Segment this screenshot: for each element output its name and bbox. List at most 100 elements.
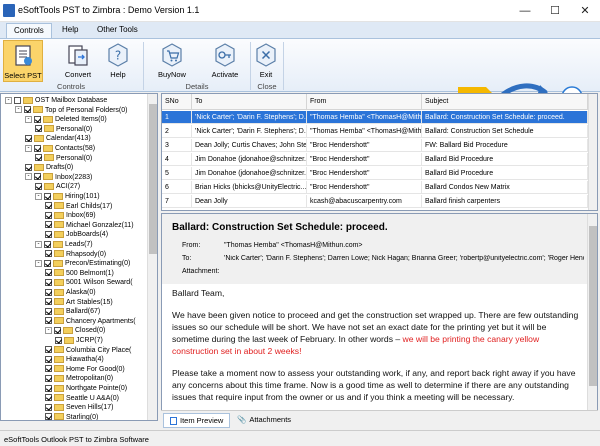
tree-checkbox[interactable] — [25, 135, 32, 143]
tree-checkbox[interactable] — [44, 240, 51, 248]
tree-checkbox[interactable] — [45, 211, 52, 219]
minimize-button[interactable]: — — [510, 0, 540, 22]
tree-node[interactable]: Personal(0) — [35, 125, 92, 134]
convert-button[interactable]: Convert — [58, 40, 98, 82]
tree-node[interactable]: - Deleted Items(0) — [25, 115, 107, 124]
grid-scrollbar[interactable] — [588, 94, 597, 210]
close-button[interactable]: ✕ — [570, 0, 600, 22]
tree-checkbox[interactable] — [25, 163, 32, 171]
tree-node[interactable]: Michael Gonzalez(11) — [45, 221, 134, 230]
select-pst-button[interactable]: Select PST — [3, 40, 43, 82]
column-header-sno[interactable]: SNo — [162, 94, 192, 110]
tree-checkbox[interactable] — [35, 154, 42, 162]
table-row[interactable]: 7 Dean Jolly kcash@abacuscarpentry.com Ball… — [162, 195, 589, 208]
tree-node[interactable]: Chancery Apartments( — [45, 317, 136, 326]
tree-node[interactable]: ACI(27) — [35, 182, 80, 191]
tab-help[interactable]: Help — [55, 23, 85, 38]
tree-node[interactable]: Inbox(69) — [45, 211, 96, 220]
expand-icon[interactable]: - — [25, 173, 32, 181]
buynow-button[interactable]: BuyNow — [150, 40, 194, 82]
expand-icon[interactable]: - — [35, 259, 42, 267]
tree-checkbox[interactable] — [34, 115, 41, 123]
preview-scrollbar[interactable] — [587, 214, 597, 420]
tree-checkbox[interactable] — [45, 231, 52, 239]
tree-node[interactable]: - Inbox(2283) — [25, 173, 92, 182]
column-header-subject[interactable]: Subject — [422, 94, 588, 110]
column-header-from[interactable]: From — [307, 94, 422, 110]
tree-node[interactable]: JobBoards(4) — [45, 230, 108, 239]
tree-checkbox[interactable] — [45, 250, 52, 258]
expand-icon[interactable]: - — [35, 240, 42, 248]
tree-checkbox[interactable] — [45, 288, 52, 296]
column-header-to[interactable]: To — [192, 94, 307, 110]
tree-node[interactable]: - Contacts(58) — [25, 144, 95, 153]
tree-node[interactable]: Seattle U A&A(0) — [45, 394, 119, 403]
tree-node[interactable]: Drafts(0) — [25, 163, 73, 172]
tree-checkbox[interactable] — [14, 96, 21, 104]
tree-checkbox[interactable] — [45, 298, 52, 306]
tree-node[interactable]: - OST Mailbox Database — [5, 96, 107, 105]
activate-button[interactable]: Activate — [203, 40, 247, 82]
tree-checkbox[interactable] — [45, 221, 52, 229]
tree-node[interactable]: Rhapsody(0) — [45, 250, 106, 259]
tree-checkbox[interactable] — [45, 355, 52, 363]
table-row[interactable]: 5 Jim Donahoe (jdonahoe@schnitzer... "Broc… — [162, 167, 589, 180]
tree-scrollbar[interactable] — [147, 94, 157, 420]
tree-checkbox[interactable] — [45, 307, 52, 315]
tree-checkbox[interactable] — [45, 365, 52, 373]
tab-item-preview[interactable]: Item Preview — [163, 413, 231, 428]
tree-node[interactable]: 500 Belmont(1) — [45, 269, 114, 278]
expand-icon[interactable]: - — [25, 144, 32, 152]
tree-checkbox[interactable] — [34, 144, 41, 152]
expand-icon[interactable]: - — [5, 96, 12, 104]
table-row[interactable]: 1 'Nick Carter'; 'Darin F. Stephens'; D..… — [162, 111, 589, 124]
tab-other-tools[interactable]: Other Tools — [90, 23, 145, 38]
tab-attachments[interactable]: 📎 Attachments — [231, 413, 297, 428]
tree-node[interactable]: Ballard(67) — [45, 307, 100, 316]
table-row[interactable]: 6 Brian Hicks (bhicks@UnityElectric.... "B… — [162, 181, 589, 194]
tree-node[interactable]: - Top of Personal Folders(0) — [15, 106, 127, 115]
tree-node[interactable]: Starling(0) — [45, 413, 98, 420]
tree-node[interactable]: Columbia City Place( — [45, 346, 131, 355]
tree-node[interactable]: - Leads(7) — [35, 240, 93, 249]
tree-checkbox[interactable] — [45, 202, 52, 210]
tree-node[interactable]: Personal(0) — [35, 154, 92, 163]
tree-scroll-thumb[interactable] — [149, 104, 157, 254]
maximize-button[interactable]: ☐ — [540, 0, 570, 22]
tree-node[interactable]: - Precon/Estimating(0) — [35, 259, 130, 268]
tree-checkbox[interactable] — [54, 327, 61, 335]
tree-checkbox[interactable] — [44, 259, 51, 267]
tree-checkbox[interactable] — [44, 192, 51, 200]
tree-node[interactable]: 5001 Wilson Seward( — [45, 278, 133, 287]
tree-checkbox[interactable] — [55, 336, 62, 344]
tree-checkbox[interactable] — [45, 403, 52, 411]
tree-checkbox[interactable] — [34, 173, 41, 181]
table-row[interactable]: 4 Jim Donahoe (jdonahoe@schnitzer... "Broc… — [162, 153, 589, 166]
tree-node[interactable]: Alaska(0) — [45, 288, 96, 297]
tree-node[interactable]: - Closed(0) — [45, 326, 105, 335]
exit-button[interactable]: Exit — [253, 40, 279, 82]
tree-node[interactable]: Calendar(413) — [25, 134, 91, 143]
tree-node[interactable]: Art Stables(15) — [45, 298, 113, 307]
tree-checkbox[interactable] — [45, 384, 52, 392]
expand-icon[interactable]: - — [35, 192, 42, 200]
table-row[interactable]: 3 Dean Jolly; Curtis Chaves; John Step...… — [162, 139, 589, 152]
tree-node[interactable]: - Hiring(101) — [35, 192, 100, 201]
table-row[interactable]: 2 'Nick Carter'; 'Darin F. Stephens'; D..… — [162, 125, 589, 138]
tree-checkbox[interactable] — [45, 269, 52, 277]
tree-node[interactable]: JCRP(7) — [55, 336, 103, 345]
tree-node[interactable]: Metropolitan(0) — [45, 374, 113, 383]
preview-scroll-thumb[interactable] — [589, 226, 597, 386]
tree-checkbox[interactable] — [45, 346, 52, 354]
expand-icon[interactable]: - — [25, 115, 32, 123]
tree-checkbox[interactable] — [35, 125, 42, 133]
tree-node[interactable]: Seven Hills(17) — [45, 403, 113, 412]
tree-checkbox[interactable] — [45, 279, 52, 287]
tab-controls[interactable]: Controls — [6, 23, 52, 38]
tree-node[interactable]: Home For Good(0) — [45, 365, 125, 374]
tree-node[interactable]: Northgate Pointe(0) — [45, 384, 127, 393]
tree-checkbox[interactable] — [45, 375, 52, 383]
expand-icon[interactable]: - — [45, 327, 52, 335]
tree-checkbox[interactable] — [45, 394, 52, 402]
tree-checkbox[interactable] — [35, 183, 42, 191]
